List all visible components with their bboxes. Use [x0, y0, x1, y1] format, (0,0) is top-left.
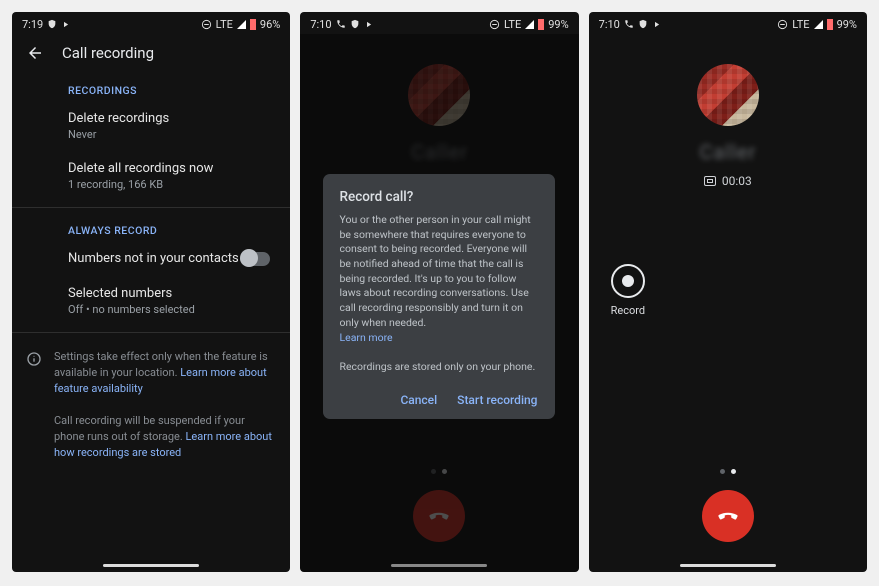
caller-name	[699, 140, 756, 164]
dialog-title: Record call?	[339, 189, 539, 205]
battery-icon	[827, 19, 833, 30]
setting-title: Selected numbers	[68, 286, 272, 301]
network-label: LTE	[504, 18, 521, 31]
battery-label: 99%	[548, 18, 568, 31]
dnd-icon	[489, 19, 500, 30]
battery-label: 99%	[837, 18, 857, 31]
call-timer: 00:03	[722, 174, 752, 188]
setting-selected-numbers[interactable]: Selected numbers Off • no numbers select…	[12, 276, 290, 326]
call-in-icon	[336, 19, 346, 29]
setting-title: Numbers not in your contacts	[68, 251, 239, 266]
hangup-icon	[715, 503, 741, 529]
record-icon[interactable]	[611, 264, 645, 298]
status-icon	[47, 19, 57, 29]
record-button-group[interactable]: Record	[611, 264, 645, 317]
battery-icon	[250, 19, 256, 30]
setting-delete-recordings[interactable]: Delete recordings Never	[12, 101, 290, 151]
status-time: 7:10	[310, 18, 331, 31]
dialog-storage-note: Recordings are stored only on your phone…	[339, 360, 535, 373]
status-bar: 7:19 LTE 96%	[12, 12, 290, 34]
status-bar: 7:10 LTE 99%	[589, 12, 867, 34]
call-in-icon	[624, 19, 634, 29]
status-icon	[350, 19, 360, 29]
network-label: LTE	[792, 18, 809, 31]
dialog-learn-more-link[interactable]: Learn more	[339, 331, 392, 344]
network-label: LTE	[216, 18, 233, 31]
divider	[12, 332, 290, 333]
page-title: Call recording	[62, 44, 154, 62]
signal-icon	[237, 20, 246, 29]
setting-sub: Off • no numbers selected	[68, 303, 272, 316]
signal-icon	[814, 20, 823, 29]
section-recordings-label: RECORDINGS	[12, 74, 290, 101]
screen-settings: 7:19 LTE 96% Call recording RECORDINGS D…	[12, 12, 290, 572]
divider	[12, 207, 290, 208]
dialog-body: You or the other person in your call mig…	[339, 213, 530, 329]
screen-incall-record: 7:10 LTE 99% 00:03 Record	[589, 12, 867, 572]
home-indicator[interactable]	[103, 564, 199, 567]
status-time: 7:19	[22, 18, 43, 31]
record-confirm-dialog: Record call? You or the other person in …	[323, 174, 555, 419]
screen-recording-dialog: 7:10 LTE 99% 00:08 Record call? You or t…	[300, 12, 578, 572]
toggle-off[interactable]	[240, 252, 270, 266]
setting-not-in-contacts[interactable]: Numbers not in your contacts	[12, 241, 290, 276]
dialog-backdrop: Record call? You or the other person in …	[300, 34, 578, 572]
info-icon	[26, 351, 42, 367]
battery-label: 96%	[260, 18, 280, 31]
sim-icon	[704, 176, 716, 186]
setting-title: Delete recordings	[68, 111, 272, 126]
play-icon	[364, 20, 373, 29]
setting-sub: Never	[68, 128, 272, 141]
end-call-button[interactable]	[702, 490, 754, 542]
play-icon	[61, 20, 70, 29]
battery-icon	[538, 19, 544, 30]
play-icon	[652, 20, 661, 29]
dnd-icon	[201, 19, 212, 30]
cancel-button[interactable]: Cancel	[400, 393, 437, 407]
avatar	[697, 64, 759, 126]
page-indicator[interactable]	[720, 469, 736, 474]
section-always-label: ALWAYS RECORD	[12, 214, 290, 241]
page-dot	[720, 469, 725, 474]
call-screen: 00:08 Record call? You or the other pers…	[300, 34, 578, 572]
status-icon	[638, 19, 648, 29]
page-dot-active	[731, 469, 736, 474]
dnd-icon	[777, 19, 788, 30]
status-time: 7:10	[599, 18, 620, 31]
setting-title: Delete all recordings now	[68, 161, 272, 176]
info-block: Settings take effect only when the featu…	[12, 339, 290, 465]
status-bar: 7:10 LTE 99%	[300, 12, 578, 34]
call-screen: 00:03 Record	[589, 34, 867, 572]
setting-delete-all-now[interactable]: Delete all recordings now 1 recording, 1…	[12, 151, 290, 201]
setting-sub: 1 recording, 166 KB	[68, 178, 272, 191]
start-recording-button[interactable]: Start recording	[457, 393, 537, 407]
signal-icon	[525, 20, 534, 29]
back-icon[interactable]	[26, 44, 44, 62]
record-label: Record	[611, 304, 645, 317]
home-indicator[interactable]	[680, 564, 776, 567]
